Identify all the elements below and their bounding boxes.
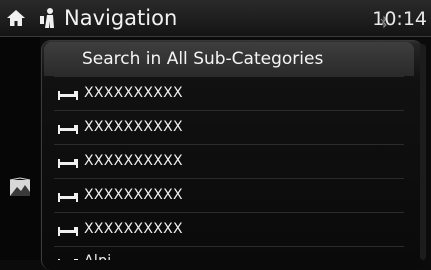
list-item[interactable]: XXXXXXXXXX — [44, 144, 414, 178]
hotel-icon — [58, 193, 78, 202]
row-divider — [54, 110, 404, 111]
list-item-label: XXXXXXXXXX — [84, 119, 183, 135]
map-view-icon[interactable] — [9, 177, 31, 199]
list-item-label: Alpi... — [84, 250, 126, 260]
clock: 10:14 — [372, 8, 427, 30]
home-icon[interactable] — [6, 8, 26, 28]
page-title: Navigation — [64, 6, 178, 30]
poi-icon — [40, 8, 54, 28]
row-divider — [54, 246, 404, 247]
hotel-icon — [58, 159, 78, 168]
scrollbar[interactable] — [420, 44, 426, 260]
list-item[interactable]: XXXXXXXXXX — [44, 76, 414, 110]
list-item[interactable]: Alpi... — [44, 246, 414, 260]
list-item[interactable]: XXXXXXXXXX — [44, 212, 414, 246]
row-divider — [54, 76, 404, 77]
sidebar — [0, 37, 40, 260]
hotel-icon — [58, 227, 78, 236]
hotel-icon — [58, 259, 78, 260]
hotel-icon — [58, 91, 78, 100]
list-item[interactable]: XXXXXXXXXX — [44, 110, 414, 144]
hotel-icon — [58, 125, 78, 134]
row-divider — [54, 144, 404, 145]
list-item-label: XXXXXXXXXX — [84, 187, 183, 203]
row-divider — [54, 178, 404, 179]
list-item-label: XXXXXXXXXX — [84, 85, 183, 101]
header-bar: Navigation 10:14 — [0, 0, 431, 37]
list-item-label: XXXXXXXXXX — [84, 153, 183, 169]
row-divider — [54, 212, 404, 213]
list-item[interactable]: XXXXXXXXXX — [44, 178, 414, 212]
search-all-subcategories-item[interactable]: Search in All Sub-Categories — [44, 42, 414, 76]
list-item-label: XXXXXXXXXX — [84, 221, 183, 237]
search-all-label: Search in All Sub-Categories — [82, 49, 324, 69]
